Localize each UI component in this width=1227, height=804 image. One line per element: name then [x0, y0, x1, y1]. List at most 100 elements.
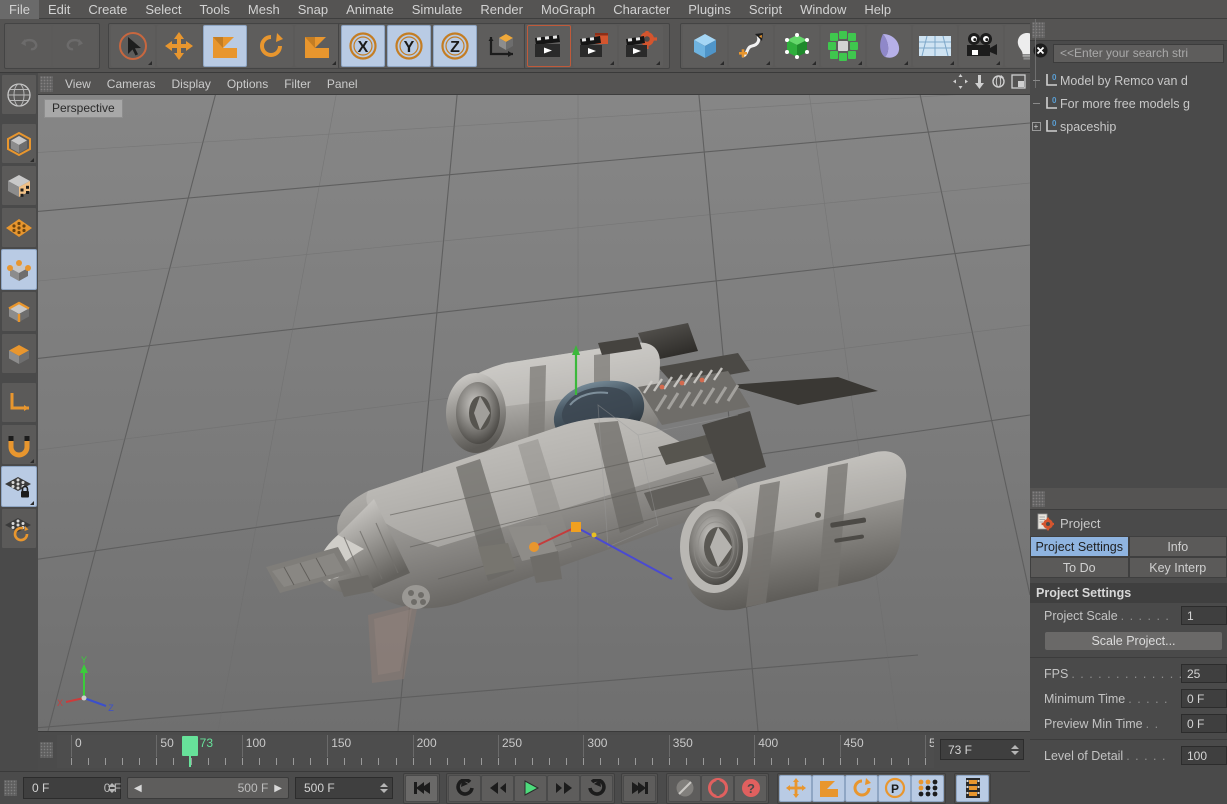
camera-button[interactable] — [959, 25, 1003, 67]
render-picture-viewer-button[interactable] — [573, 25, 617, 67]
model-mode-button[interactable] — [1, 123, 37, 164]
polygons-mode-button[interactable] — [1, 333, 37, 374]
timeline-playhead[interactable] — [181, 736, 198, 756]
render-view-button[interactable] — [527, 25, 571, 67]
search-input[interactable]: <<Enter your search stri — [1053, 43, 1224, 63]
deformer-button[interactable] — [867, 25, 911, 67]
object-row-spaceship[interactable]: + 0 spaceship — [1030, 115, 1227, 138]
max-frame-field[interactable]: 500 F — [295, 777, 393, 799]
menu-item-tools[interactable]: Tools — [191, 0, 239, 19]
cube-primitive-button[interactable] — [683, 25, 727, 67]
step-forward-button[interactable] — [547, 774, 580, 802]
go-to-end-button[interactable] — [623, 774, 656, 802]
generator-nurbs-button[interactable] — [775, 25, 819, 67]
viewport-menu-view[interactable]: View — [57, 73, 99, 95]
panel-grip-icon[interactable] — [1032, 490, 1045, 507]
move-tool-button[interactable] — [157, 25, 201, 67]
workplane-mode-button[interactable] — [1, 207, 37, 248]
menu-item-snap[interactable]: Snap — [289, 0, 337, 19]
axis-x-button[interactable]: X — [341, 25, 385, 67]
texture-mode-button[interactable] — [1, 165, 37, 206]
workplane-lock-button[interactable] — [1, 466, 37, 507]
tab-project-settings[interactable]: Project Settings — [1030, 536, 1129, 557]
timeline-button[interactable] — [956, 774, 989, 802]
coordinate-system-button[interactable] — [479, 25, 523, 67]
redo-button[interactable] — [53, 25, 97, 67]
range-left-arrow-icon[interactable]: ◀ — [134, 783, 142, 794]
autokeying-button[interactable] — [701, 774, 734, 802]
fps-field[interactable]: 25 — [1181, 664, 1227, 683]
mograph-cloner-button[interactable] — [821, 25, 865, 67]
step-back-button[interactable] — [481, 774, 514, 802]
render-settings-button[interactable] — [619, 25, 663, 67]
previous-key-button[interactable] — [448, 774, 481, 802]
scale-alt-tool-button[interactable] — [295, 25, 339, 67]
level-of-detail-field[interactable]: 100 — [1181, 746, 1227, 765]
keyframe-selection-button[interactable]: ? — [734, 774, 767, 802]
timeline-ruler[interactable]: 0 50 100 150 200 250 300 350 400 450 500 73 — [57, 735, 934, 768]
record-button[interactable] — [668, 774, 701, 802]
spinner-icon[interactable] — [1011, 744, 1019, 755]
menu-item-file[interactable]: File — [0, 0, 39, 19]
object-manager-tree[interactable]: 0 Model by Remco van d 0 For more free m… — [1030, 19, 1227, 347]
panel-grip-icon[interactable] — [1032, 21, 1045, 38]
undo-button[interactable] — [7, 25, 51, 67]
object-row-model-credit[interactable]: 0 Model by Remco van d — [1030, 69, 1227, 92]
panel-grip-icon[interactable] — [40, 75, 53, 92]
tree-expander[interactable]: + — [1030, 122, 1042, 131]
tree-expander[interactable] — [1030, 103, 1042, 104]
transport-grip-icon[interactable] — [4, 780, 17, 796]
viewport-menu-filter[interactable]: Filter — [276, 73, 319, 95]
menu-item-create[interactable]: Create — [79, 0, 136, 19]
parameter-key-button[interactable] — [911, 774, 944, 802]
workplane-rotate-button[interactable] — [1, 508, 37, 549]
preview-min-time-field[interactable]: 0 F — [1181, 714, 1227, 733]
menu-item-window[interactable]: Window — [791, 0, 855, 19]
menu-item-animate[interactable]: Animate — [337, 0, 403, 19]
spline-pen-button[interactable] — [729, 25, 773, 67]
object-row-more-models[interactable]: 0 For more free models g — [1030, 92, 1227, 115]
menu-item-simulate[interactable]: Simulate — [403, 0, 472, 19]
menu-item-edit[interactable]: Edit — [39, 0, 79, 19]
menu-item-select[interactable]: Select — [136, 0, 190, 19]
preview-range-field[interactable]: ◀ 0 F 500 F ▶ — [104, 777, 289, 799]
menu-item-mograph[interactable]: MoGraph — [532, 0, 604, 19]
points-mode-button[interactable] — [1, 249, 37, 290]
timeline-current-frame-field[interactable]: 73 F — [940, 739, 1024, 760]
timeline-grip-icon[interactable] — [40, 742, 53, 758]
menu-item-mesh[interactable]: Mesh — [239, 0, 289, 19]
project-scale-field[interactable]: 1 — [1181, 606, 1227, 625]
scale-project-button[interactable]: Scale Project... — [1044, 631, 1223, 651]
edges-mode-button[interactable] — [1, 291, 37, 332]
menu-item-render[interactable]: Render — [471, 0, 532, 19]
go-to-start-button[interactable] — [405, 774, 438, 802]
position-key-button[interactable] — [779, 774, 812, 802]
range-right-arrow-icon[interactable]: ▶ — [274, 783, 282, 794]
tab-key-interpolation[interactable]: Key Interp — [1128, 557, 1227, 578]
minimum-time-field[interactable]: 0 F — [1181, 689, 1227, 708]
viewport-menu-options[interactable]: Options — [219, 73, 276, 95]
next-key-button[interactable] — [580, 774, 613, 802]
viewport-3d-canvas[interactable]: Perspective Y X Z — [38, 95, 1030, 731]
rotation-key-button[interactable] — [845, 774, 878, 802]
pla-key-button[interactable]: P — [878, 774, 911, 802]
tab-to-do[interactable]: To Do — [1030, 557, 1129, 578]
viewport-menu-display[interactable]: Display — [163, 73, 218, 95]
tree-expander[interactable] — [1030, 80, 1042, 81]
live-selection-button[interactable] — [111, 25, 155, 67]
viewport-menu-panel[interactable]: Panel — [319, 73, 366, 95]
axis-z-button[interactable]: Z — [433, 25, 477, 67]
rotate-tool-button[interactable] — [249, 25, 293, 67]
play-forward-button[interactable] — [514, 774, 547, 802]
environment-floor-button[interactable] — [913, 25, 957, 67]
tab-info[interactable]: Info — [1128, 536, 1227, 557]
axis-y-button[interactable]: Y — [387, 25, 431, 67]
expand-plus-icon[interactable]: + — [1031, 122, 1041, 131]
menu-item-script[interactable]: Script — [740, 0, 791, 19]
viewport-menu-cameras[interactable]: Cameras — [99, 73, 164, 95]
scale-key-button[interactable] — [812, 774, 845, 802]
spinner-icon[interactable] — [380, 783, 388, 793]
globe-view-button[interactable] — [1, 74, 37, 115]
dolly-view-icon[interactable] — [973, 74, 986, 94]
pan-view-icon[interactable] — [953, 73, 968, 94]
